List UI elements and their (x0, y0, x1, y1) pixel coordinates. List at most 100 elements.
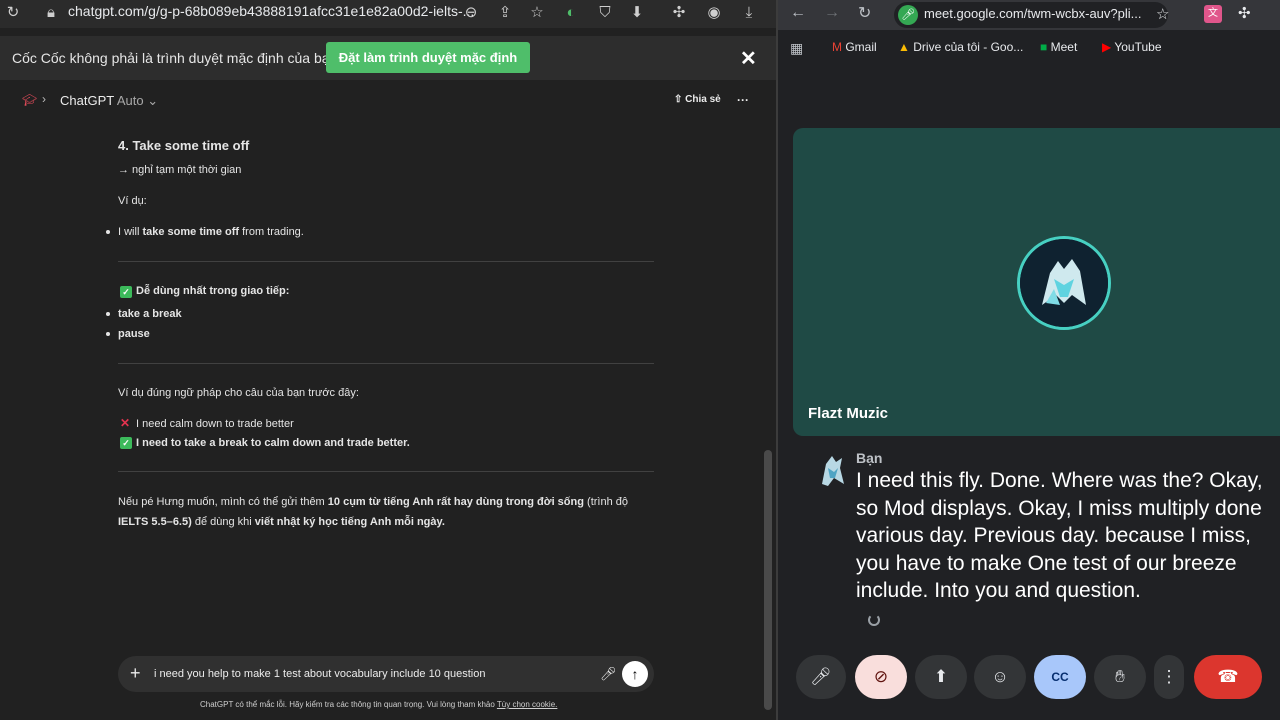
captions-button[interactable]: CC (1034, 655, 1086, 699)
apps-grid-icon[interactable]: ▦ (790, 40, 803, 57)
send-button[interactable]: ↑ (622, 661, 648, 687)
bullet (106, 332, 110, 336)
extensions-icon[interactable]: ✣ (668, 2, 690, 24)
notice-text: Cốc Cốc không phải là trình duyệt mặc đị… (12, 50, 338, 66)
model-selector[interactable]: ChatGPT Auto ⌄ (60, 93, 158, 109)
leave-call-button[interactable]: ☎︎ (1194, 655, 1262, 699)
left-browser-toolbar: ↻ 🔒︎ chatgpt.com/g/g-p-68b089eb43888191a… (0, 0, 778, 28)
list-item: take a break (118, 308, 182, 320)
scrollbar[interactable] (764, 450, 772, 710)
gmail-icon: M (832, 40, 842, 54)
bookmark-youtube[interactable]: ▶ YouTube (1102, 40, 1162, 54)
back-icon[interactable]: ← (790, 4, 806, 22)
chatgpt-window: ↻ 🔒︎ chatgpt.com/g/g-p-68b089eb43888191a… (0, 0, 778, 720)
speaker-avatar (818, 454, 846, 488)
bookmark-label: Gmail (845, 40, 877, 54)
raise-hand-button[interactable]: ✋︎ (1094, 655, 1146, 699)
right-sentence: I need to take a break to calm down and … (136, 437, 410, 449)
model-name: Auto (116, 93, 144, 108)
example-label: Ví dụ: (118, 195, 147, 207)
translate-icon[interactable]: 文 (1204, 5, 1222, 23)
add-icon[interactable]: + (130, 663, 141, 684)
address-bar[interactable]: chatgpt.com/g/g-p-68b089eb43888191afcc31… (68, 3, 474, 19)
closing-bold: IELTS 5.5–6.5) (118, 516, 192, 528)
cross-icon: ✕ (120, 416, 131, 430)
more-options-button[interactable]: ⋮ (1154, 655, 1184, 699)
mic-indicator-icon[interactable]: 🎤︎ (898, 5, 918, 25)
closing-line-2: IELTS 5.5–6.5) để dùng khi viết nhật ký … (118, 516, 445, 528)
close-icon[interactable]: ✕ (740, 46, 757, 71)
forward-icon[interactable]: → (824, 4, 840, 22)
example-suffix: from trading. (242, 226, 304, 238)
bookmark-gmail[interactable]: M Gmail (832, 40, 877, 54)
reactions-button[interactable]: ☺ (974, 655, 1026, 699)
share-page-icon[interactable]: ⇪ (494, 2, 516, 24)
reload-icon[interactable]: ↻ (858, 3, 871, 23)
chevron-right-icon: › (42, 92, 46, 106)
chevron-down-icon: ⌄ (147, 93, 159, 108)
divider (118, 261, 654, 262)
closing-text: (trình độ (587, 496, 628, 508)
participant-name: Flazt Muzic (808, 405, 889, 422)
cookie-link[interactable]: Tùy chọn cookie. (497, 700, 557, 709)
meet-window: ← → ↻ 🎤︎ meet.google.com/twm-wcbx-auv?pl… (778, 0, 1280, 720)
divider (118, 363, 654, 364)
check-icon: ✓ (120, 286, 132, 298)
project-icon[interactable]: 🎓︎ (22, 93, 37, 107)
example-bold: take some time off (142, 226, 240, 238)
more-vertical-icon: ⋮ (1160, 667, 1178, 686)
list-item: pause (118, 328, 150, 340)
participant-avatar (1017, 236, 1111, 330)
mic-icon[interactable]: 🎤︎ (600, 666, 617, 682)
wolf-icon (1020, 239, 1108, 327)
share-button[interactable]: ⇧ Chia sẻ (674, 94, 721, 105)
dark-mode-icon[interactable]: ◐ (560, 2, 582, 24)
live-caption: I need this fly. Done. Where was the? Ok… (856, 469, 1263, 603)
reload-icon[interactable]: ↻ (2, 2, 24, 24)
bullet (106, 230, 110, 234)
share-label: Chia sẻ (685, 94, 721, 105)
bookmark-star-icon[interactable]: ☆ (526, 2, 548, 24)
message-heading: 4. Take some time off (118, 138, 250, 153)
drive-icon: ▲ (898, 40, 910, 54)
zoom-icon[interactable]: ⊖ (460, 2, 482, 24)
profile-icon[interactable]: ◉ (703, 2, 725, 24)
present-button[interactable]: ⬆ (915, 655, 967, 699)
app-title: ChatGPT (60, 93, 114, 108)
mic-button[interactable]: 🎤︎ (796, 655, 846, 699)
wolf-icon (822, 456, 844, 486)
bookmark-label: YouTube (1114, 40, 1162, 54)
closing-line-1: Nếu pé Hưng muốn, mình có thể gửi thêm 1… (118, 496, 628, 508)
download-page-icon[interactable]: ⬇ (626, 2, 648, 24)
downloads-icon[interactable]: ⤓ (738, 2, 760, 24)
bookmark-meet[interactable]: ■ Meet (1040, 40, 1077, 54)
check-icon: ✓ (120, 437, 132, 449)
arrow-line: → nghỉ tạm một thời gian (118, 164, 242, 176)
site-info-icon[interactable]: 🔒︎ (40, 2, 62, 24)
bookmark-label: Meet (1050, 40, 1078, 54)
address-text: meet.google.com/twm-wcbx-auv?pli... (924, 6, 1142, 21)
emoji-icon: ☺ (991, 667, 1009, 686)
grammar-label: Ví dụ đúng ngữ pháp cho câu của bạn trướ… (118, 387, 359, 399)
closing-bold: viết nhật ký học tiếng Anh mỗi ngày. (254, 516, 445, 528)
wrong-sentence: I need calm down to trade better (136, 418, 294, 430)
closing-bold: 10 cụm từ tiếng Anh rất hay dùng trong đ… (327, 496, 584, 508)
divider (118, 471, 654, 472)
bookmark-star-icon[interactable]: ☆ (1156, 5, 1169, 23)
more-options-icon[interactable]: ··· (737, 93, 749, 107)
hand-icon: ✋︎ (1115, 667, 1125, 686)
example-sentence: I will take some time off from trading. (118, 226, 304, 238)
bookmark-drive[interactable]: ▲ Drive của tôi - Goo... (898, 40, 1023, 54)
present-screen-icon: ⬆ (933, 667, 949, 686)
shield-icon[interactable]: ⛉ (594, 2, 616, 24)
easiest-label: Dễ dùng nhất trong giao tiếp: (136, 285, 290, 297)
extensions-icon[interactable]: ✣ (1238, 4, 1251, 22)
disclaimer-text: ChatGPT có thể mắc lỗi. Hãy kiểm tra các… (200, 700, 495, 709)
camera-off-button[interactable]: ⊘ (855, 655, 907, 699)
camera-off-icon: ⊘ (873, 667, 889, 686)
disclaimer: ChatGPT có thể mắc lỗi. Hãy kiểm tra các… (200, 700, 557, 709)
set-default-button[interactable]: Đặt làm trình duyệt mặc định (326, 42, 530, 73)
closing-text: Nếu pé Hưng muốn, mình có thể gửi thêm (118, 496, 325, 508)
bookmark-label: Drive của tôi - Goo... (913, 40, 1024, 54)
prompt-input[interactable]: i need you help to make 1 test about voc… (154, 668, 485, 680)
